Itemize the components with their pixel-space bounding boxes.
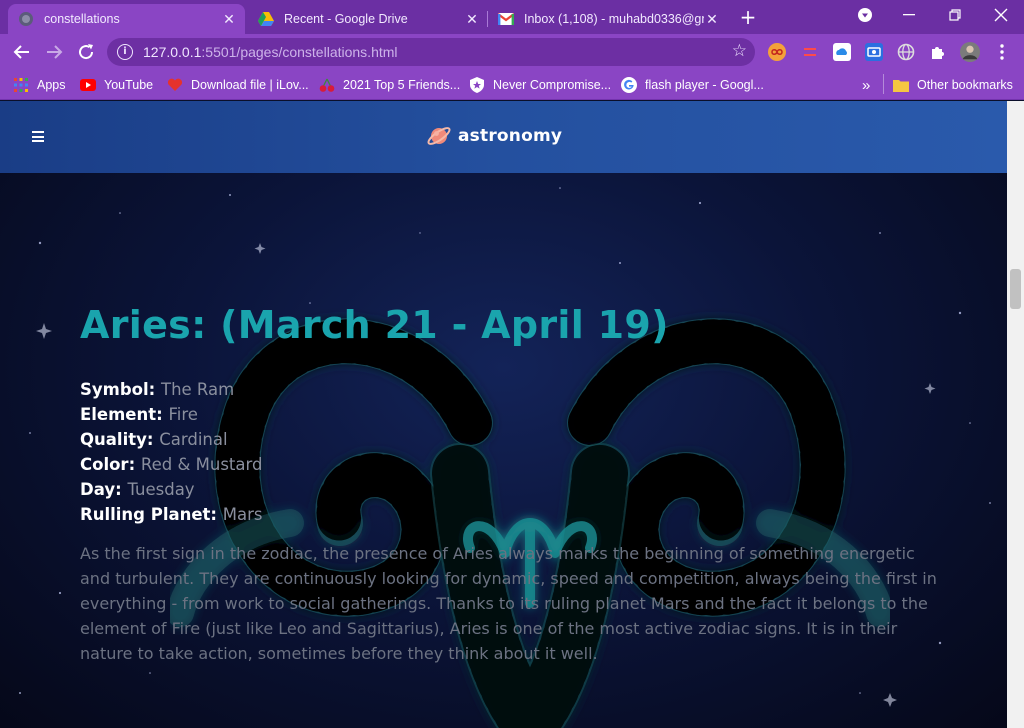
fact-value: Mars [222, 505, 263, 524]
google-drive-icon [258, 11, 274, 27]
close-tab-icon[interactable]: ✕ [464, 11, 480, 27]
bookmarks-divider [883, 74, 884, 94]
google-icon [621, 77, 637, 93]
fact-value: Red & Mustard [140, 455, 263, 474]
bookmark-never-compromise[interactable]: Never Compromise... [469, 76, 611, 94]
lines-extension-icon[interactable] [800, 42, 820, 62]
bookmark-ilove-download[interactable]: Download file | iLov... [167, 76, 309, 94]
bookmark-label: Download file | iLov... [191, 78, 309, 92]
fact-day: Day: Tuesday [80, 480, 195, 499]
gmail-icon [498, 11, 514, 27]
bookmark-label: YouTube [104, 78, 154, 92]
extensions-puzzle-icon[interactable] [928, 42, 948, 62]
fact-value: Tuesday [127, 480, 195, 499]
other-bookmarks-label: Other bookmarks [917, 78, 1013, 92]
restore-icon[interactable] [932, 0, 978, 30]
fact-ruling-planet: Rulling Planet: Mars [80, 505, 263, 524]
tab-gmail-inbox[interactable]: Inbox (1,108) - muhabd0336@gn ✕ [488, 4, 728, 34]
hamburger-menu-icon[interactable] [32, 131, 44, 143]
site-info-icon[interactable]: i [117, 44, 133, 60]
fact-color: Color: Red & Mustard [80, 455, 263, 474]
tab-title: Inbox (1,108) - muhabd0336@gn [524, 12, 704, 26]
tab-constellations[interactable]: constellations ✕ [8, 4, 245, 34]
tab-search-icon[interactable] [842, 0, 888, 30]
bookmark-label: Apps [37, 78, 66, 92]
planet-logo-icon [427, 127, 451, 145]
forward-arrow-icon[interactable] [42, 40, 66, 64]
back-arrow-icon[interactable] [10, 40, 34, 64]
sign-facts-list: Symbol: The Ram Element: Fire Quality: C… [80, 377, 940, 527]
cloud-extension-icon[interactable] [832, 42, 852, 62]
close-tab-icon[interactable]: ✕ [221, 11, 237, 27]
bookmark-youtube[interactable]: YouTube [80, 76, 153, 94]
heart-icon [167, 77, 183, 93]
url-text: 127.0.0.1:5501/pages/constellations.html [143, 44, 398, 60]
fact-quality: Quality: Cardinal [80, 430, 228, 449]
reload-icon[interactable] [74, 40, 98, 64]
folder-icon [893, 77, 909, 93]
vpn-globe-extension-icon[interactable] [896, 42, 916, 62]
site-header: astronomy [0, 101, 1007, 173]
aries-hero-section: Aries: (March 21 - April 19) Symbol: The… [0, 173, 1007, 728]
bookmarks-overflow-chevron[interactable]: » [862, 76, 870, 94]
site-logo[interactable]: astronomy [426, 123, 562, 149]
bookmarks-bar: Apps YouTube Download file | iLov... 202… [0, 70, 1024, 100]
sign-title: Aries: (March 21 - April 19) [80, 303, 669, 347]
bookmark-apps[interactable]: Apps [13, 76, 66, 94]
fact-symbol: Symbol: The Ram [80, 380, 235, 399]
infinity-extension-icon[interactable] [767, 42, 787, 62]
fact-value: The Ram [160, 380, 235, 399]
fact-element: Element: Fire [80, 405, 198, 424]
tab-title: Recent - Google Drive [284, 12, 408, 26]
bookmark-top-friends[interactable]: 2021 Top 5 Friends... [319, 76, 460, 94]
scrollbar-thumb[interactable] [1010, 269, 1021, 309]
address-bar[interactable]: i 127.0.0.1:5501/pages/constellations.ht… [107, 38, 755, 66]
sign-content: Aries: (March 21 - April 19) Symbol: The… [80, 301, 940, 666]
shield-icon [469, 77, 485, 93]
browser-menu-kebab-icon[interactable] [992, 42, 1012, 62]
profile-avatar[interactable] [960, 42, 980, 62]
close-tab-icon[interactable]: ✕ [704, 11, 720, 27]
bookmark-star-icon[interactable]: ☆ [732, 41, 747, 61]
bookmark-label: flash player - Googl... [645, 78, 764, 92]
apps-grid-icon [13, 77, 29, 93]
page-viewport: astronomy Aries: (March 21 - April 19) S… [0, 101, 1007, 728]
fact-value: Fire [168, 405, 198, 424]
page-scrollbar[interactable] [1007, 101, 1024, 728]
browser-tab-strip: constellations ✕ Recent - Google Drive ✕… [0, 0, 1024, 34]
screen-capture-extension-icon[interactable] [864, 42, 884, 62]
cherries-icon [319, 77, 335, 93]
site-logo-text: astronomy [458, 126, 563, 146]
close-window-icon[interactable] [978, 0, 1024, 30]
new-tab-plus-icon[interactable]: + [737, 7, 759, 29]
other-bookmarks-folder[interactable]: Other bookmarks [893, 76, 1013, 94]
tab-title: constellations [44, 12, 120, 26]
fact-value: Cardinal [159, 430, 228, 449]
bookmark-label: 2021 Top 5 Friends... [343, 78, 461, 92]
tab-google-drive[interactable]: Recent - Google Drive ✕ [248, 4, 488, 34]
bookmark-flash-player[interactable]: flash player - Googl... [621, 76, 764, 94]
minimize-icon[interactable] [886, 0, 932, 30]
youtube-icon [80, 77, 96, 93]
bookmark-label: Never Compromise... [493, 78, 612, 92]
sign-description: As the first sign in the zodiac, the pre… [80, 544, 937, 663]
globe-favicon-icon [18, 11, 34, 27]
